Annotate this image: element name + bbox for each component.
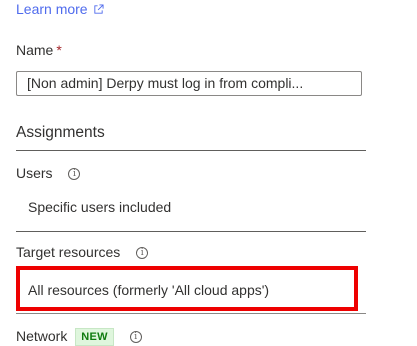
- target-resources-divider: [16, 313, 366, 314]
- users-value-link[interactable]: Specific users included: [28, 199, 171, 215]
- info-icon[interactable]: i: [68, 168, 81, 181]
- network-label: Network: [16, 328, 68, 344]
- assignments-divider: [16, 150, 366, 151]
- network-label-row: Network NEW i: [16, 328, 142, 346]
- external-link-icon: [93, 3, 104, 14]
- users-label: Users: [16, 165, 53, 181]
- info-icon[interactable]: i: [136, 247, 149, 260]
- target-resources-value-link[interactable]: All resources (formerly 'All cloud apps'…: [28, 282, 269, 298]
- learn-more-label: Learn more: [16, 1, 88, 17]
- required-marker: *: [56, 42, 62, 58]
- learn-more-link[interactable]: Learn more: [16, 1, 104, 17]
- users-label-row: Users i: [16, 165, 81, 181]
- name-input[interactable]: [Non admin] Derpy must log in from compl…: [16, 71, 362, 96]
- users-divider: [16, 231, 366, 232]
- info-icon[interactable]: i: [129, 331, 142, 344]
- new-badge: NEW: [75, 328, 114, 346]
- assignments-heading: Assignments: [16, 124, 105, 141]
- name-label: Name *: [16, 42, 62, 58]
- target-resources-label-row: Target resources i: [16, 244, 149, 260]
- target-resources-label: Target resources: [16, 244, 121, 260]
